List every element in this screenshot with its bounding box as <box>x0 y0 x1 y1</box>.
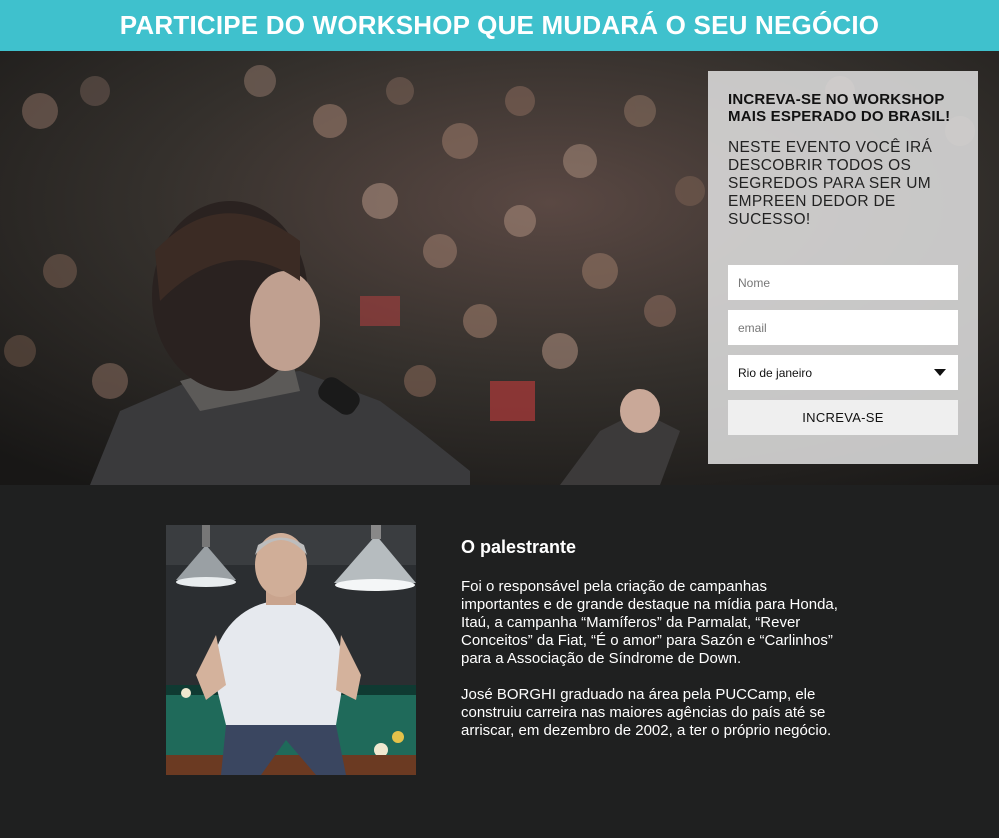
email-input[interactable]: email <box>728 310 958 345</box>
signup-form-panel: INCREVA-SE NO WORKSHOP MAIS ESPERADO DO … <box>708 71 978 464</box>
form-subtitle: NESTE EVENTO VOCÊ IRÁ DESCOBRIR TODOS OS… <box>728 139 933 228</box>
speaker-heading: O palestrante <box>461 537 577 557</box>
submit-button[interactable]: INCREVA-SE <box>728 400 958 435</box>
speaker-photo <box>166 525 416 775</box>
speaker-bio-paragraph-1: Foi o responsável pela criação de campan… <box>461 578 838 667</box>
city-select-value: Rio de janeiro <box>738 365 813 380</box>
top-banner: PARTICIPE DO WORKSHOP QUE MUDARÁ O SEU N… <box>0 0 999 51</box>
speaker-bio-paragraph-2: José BORGHI graduado na área pela PUCCam… <box>461 686 832 739</box>
speaker-portrait <box>166 525 416 775</box>
caret-down-icon <box>934 369 946 376</box>
speaker-bio: O palestrante Foi o responsável pela cri… <box>461 537 841 758</box>
form-title: INCREVA-SE NO WORKSHOP MAIS ESPERADO DO … <box>728 91 951 125</box>
banner-title: PARTICIPE DO WORKSHOP QUE MUDARÁ O SEU N… <box>119 10 880 40</box>
city-select[interactable]: Rio de janeiro <box>728 355 958 390</box>
name-input[interactable]: Nome <box>728 265 958 300</box>
